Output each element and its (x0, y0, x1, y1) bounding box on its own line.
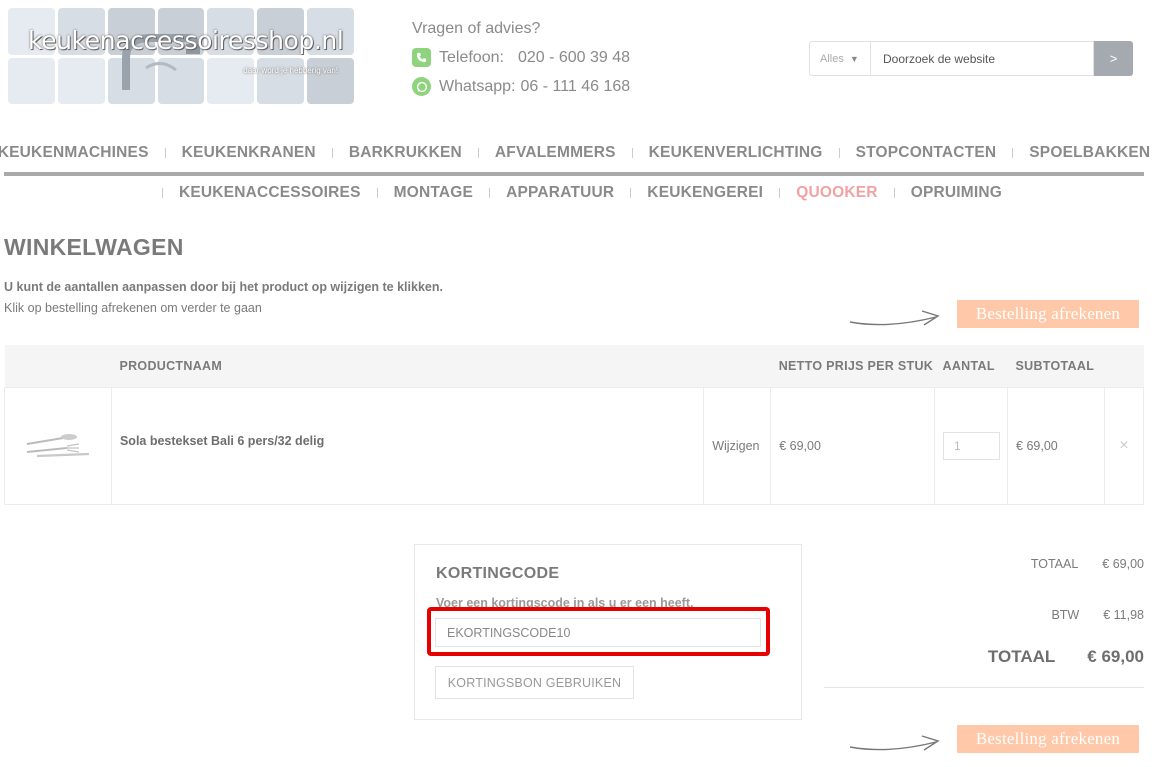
nav-item-quooker[interactable]: QUOOKER (763, 184, 878, 202)
page-title: WINKELWAGEN (4, 234, 184, 260)
logo-slogan: daar word je hebberig van! (243, 66, 338, 75)
unit-price: € 69,00 (770, 386, 936, 505)
vat-row: BTW € 11,98 (824, 608, 1144, 622)
product-thumbnail-cell (4, 386, 112, 505)
nav-item-keukenverlichting[interactable]: KEUKENVERLICHTING (616, 144, 823, 162)
cart-header-row: PRODUCTNAAM NETTO PRIJS PER STUK AANTAL … (4, 345, 1144, 387)
nav-item-keukengerei[interactable]: KEUKENGEREI (614, 184, 763, 202)
quantity-input[interactable] (943, 431, 1001, 460)
qty-cell (934, 386, 1009, 505)
nav-item-barkrukken[interactable]: BARKRUKKEN (316, 144, 462, 162)
coupon-title: KORTINGCODE (436, 565, 560, 582)
col-product: PRODUCTNAAM (119, 358, 223, 373)
totals-divider (824, 687, 1144, 688)
line-subtotal: € 69,00 (1007, 386, 1105, 505)
nav-item-keukenmachines[interactable]: KEUKENMACHINES (0, 144, 149, 162)
nav-item-montage[interactable]: MONTAGE (361, 184, 473, 202)
col-image (5, 345, 112, 387)
arrow-icon (849, 310, 940, 326)
search-scope-select[interactable]: Alles ▼ (809, 41, 870, 76)
cart-table: PRODUCTNAAM NETTO PRIJS PER STUK AANTAL … (4, 345, 1144, 505)
nav-item-apparatuur[interactable]: APPARATUUR (473, 184, 614, 202)
col-subtotal: SUBTOTAAL (1015, 358, 1095, 373)
vat-value: € 11,98 (1103, 608, 1144, 622)
col-edit (704, 345, 771, 387)
col-price: NETTO PRIJS PER STUK (778, 358, 934, 373)
whatsapp-icon (412, 77, 431, 96)
table-row: Sola bestekset Bali 6 pers/32 delig Wijz… (4, 386, 1144, 505)
arrow-icon (849, 735, 940, 751)
product-thumbnail[interactable] (23, 424, 95, 464)
contact-info: Vragen of advies? Telefoon: 020 - 600 39… (412, 20, 630, 96)
nav-item-spoelbakken[interactable]: SPOELBAKKEN (996, 144, 1150, 162)
col-qty: AANTAL (942, 358, 995, 373)
nav-item-afvalemmers[interactable]: AFVALEMMERS (462, 144, 616, 162)
total-value: € 69,00 (1102, 557, 1144, 571)
search-button[interactable]: > (1094, 41, 1133, 76)
remove-item-icon[interactable]: × (1104, 386, 1144, 505)
nav-item-stopcontacten[interactable]: STOPCONTACTEN (823, 144, 997, 162)
main-nav: KEUKENMACHINES KEUKENKRANEN BARKRUKKEN A… (0, 140, 1150, 176)
secondary-nav: KEUKENACCESSOIRES MONTAGE APPARATUUR KEU… (4, 180, 1144, 204)
product-name[interactable]: Sola bestekset Bali 6 pers/32 delig (110, 386, 705, 505)
whatsapp-line: Whatsapp: 06 - 111 46 168 (412, 77, 630, 96)
nav-item-keukenkranen[interactable]: KEUKENKRANEN (149, 144, 316, 162)
intro-instructions: U kunt de aantallen aanpassen door bij h… (4, 280, 443, 294)
grand-total-label: TOTAAL (987, 647, 1056, 666)
total-row: TOTAAL € 69,00 (824, 557, 1144, 571)
logo-text: keukenaccessoiresshop.nl (28, 26, 344, 55)
vat-label: BTW (1051, 608, 1080, 622)
col-remove (1105, 345, 1144, 387)
coupon-input-highlight (427, 607, 770, 656)
grand-total-row: TOTAAL € 69,00 (824, 647, 1144, 667)
search-input[interactable] (870, 41, 1094, 76)
apply-coupon-button[interactable]: KORTINGSBON GEBRUIKEN (435, 666, 634, 699)
grand-total-value: € 69,00 (1087, 647, 1144, 666)
checkout-button-bottom[interactable]: Bestelling afrekenen (957, 725, 1139, 753)
whatsapp-number[interactable]: 06 - 111 46 168 (520, 78, 630, 96)
checkout-button-top[interactable]: Bestelling afrekenen (957, 300, 1139, 328)
chevron-down-icon: ▼ (849, 53, 859, 64)
phone-number[interactable]: 020 - 600 39 48 (518, 49, 630, 67)
intro-subtext: Klik op bestelling afrekenen om verder t… (4, 301, 262, 315)
site-logo[interactable]: keukenaccessoiresshop.nl daar word je he… (8, 8, 354, 104)
total-label: TOTAAL (1030, 557, 1079, 571)
search-scope-label: Alles (820, 52, 844, 65)
edit-link[interactable]: Wijzigen (703, 386, 772, 505)
phone-label: Telefoon: (439, 48, 504, 66)
nav-item-opruiming[interactable]: OPRUIMING (878, 184, 1002, 202)
phone-line: Telefoon: 020 - 600 39 48 (412, 48, 630, 67)
phone-icon (412, 48, 431, 67)
nav-item-keukenaccessoires[interactable]: KEUKENACCESSOIRES (146, 184, 361, 202)
search-bar: Alles ▼ > (809, 41, 1133, 76)
contact-question: Vragen of advies? (412, 20, 541, 37)
whatsapp-label: Whatsapp: (439, 77, 516, 95)
